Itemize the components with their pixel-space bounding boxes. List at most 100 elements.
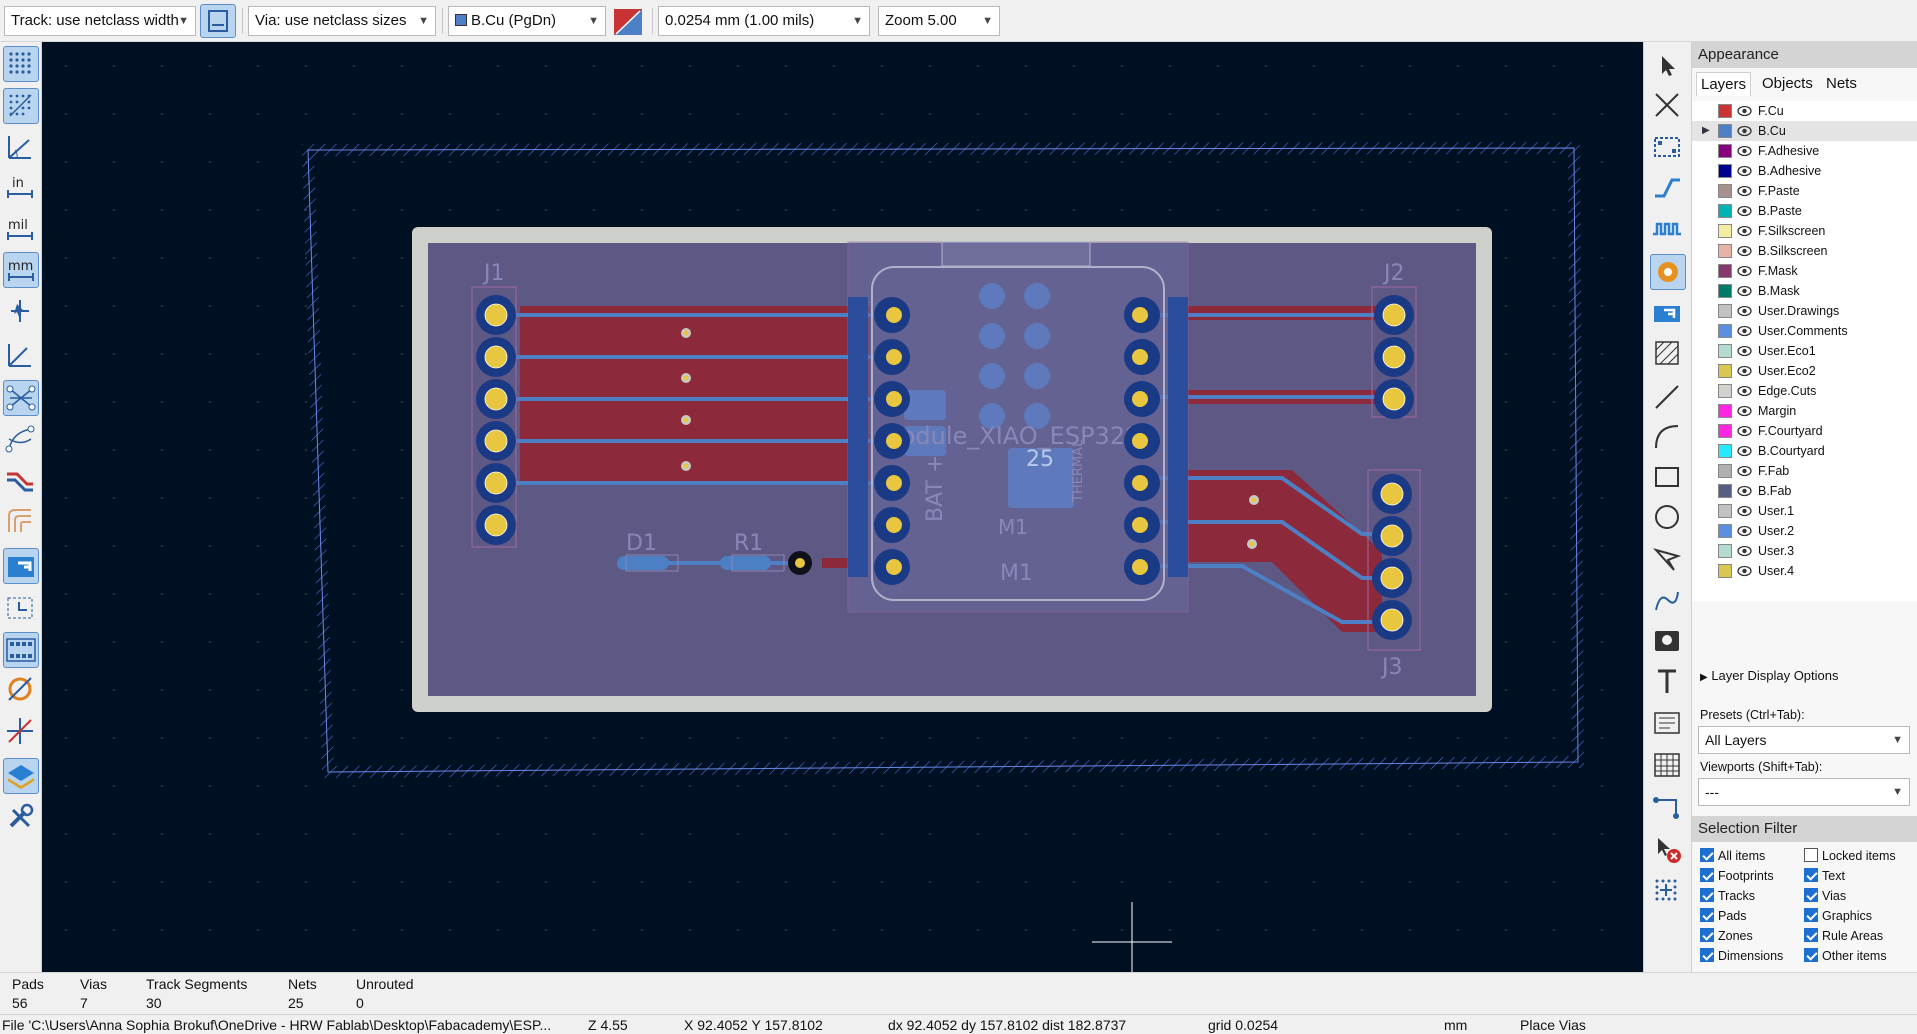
visibility-eye-icon[interactable] bbox=[1737, 544, 1752, 558]
tab-layers[interactable]: Layers bbox=[1696, 72, 1752, 96]
track-outline-button[interactable] bbox=[3, 464, 39, 500]
layer-row[interactable]: User.Eco2 bbox=[1692, 361, 1917, 381]
layer-color-swatch[interactable] bbox=[1718, 304, 1732, 318]
layer-color-swatch[interactable] bbox=[1718, 124, 1732, 138]
polar-coords-button[interactable] bbox=[3, 130, 39, 166]
delete-tool-button[interactable] bbox=[1650, 832, 1686, 868]
route-track-button[interactable] bbox=[1650, 170, 1686, 206]
textbox-tool-button[interactable] bbox=[1650, 706, 1686, 742]
polygon-tool-button[interactable] bbox=[1650, 542, 1686, 578]
overrides-grid-button[interactable] bbox=[3, 88, 39, 124]
layer-row[interactable]: B.Courtyard bbox=[1692, 441, 1917, 461]
layer-row[interactable]: Margin bbox=[1692, 401, 1917, 421]
text-tool-button[interactable] bbox=[1650, 664, 1686, 700]
visibility-eye-icon[interactable] bbox=[1737, 424, 1752, 438]
layer-row[interactable]: User.Drawings bbox=[1692, 301, 1917, 321]
layer-color-swatch[interactable] bbox=[1718, 524, 1732, 538]
local-ratsnest-button[interactable] bbox=[1650, 130, 1686, 166]
layer-row[interactable]: Edge.Cuts bbox=[1692, 381, 1917, 401]
layer-color-swatch[interactable] bbox=[1718, 564, 1732, 578]
presets-select[interactable]: All Layers ▼ bbox=[1698, 726, 1910, 754]
selection-filter-checkbox[interactable]: Zones bbox=[1700, 928, 1753, 944]
layer-row[interactable]: ▶ B.Cu bbox=[1692, 121, 1917, 141]
layer-row[interactable]: User.3 bbox=[1692, 541, 1917, 561]
layer-color-swatch[interactable] bbox=[1718, 104, 1732, 118]
inch-units-button[interactable]: in bbox=[3, 170, 39, 206]
layer-pair-button[interactable] bbox=[612, 4, 644, 38]
tab-nets[interactable]: Nets bbox=[1822, 72, 1861, 95]
ratsnest-button[interactable] bbox=[3, 380, 39, 416]
layer-row[interactable]: F.Paste bbox=[1692, 181, 1917, 201]
visibility-eye-icon[interactable] bbox=[1737, 504, 1752, 518]
footprint-pads-button[interactable] bbox=[3, 632, 39, 668]
mil-units-button[interactable]: mil bbox=[3, 212, 39, 248]
pcb-canvas[interactable]: Module_XIAO_ESP32S3 BAT + THERMAL 25 M1 … bbox=[42, 42, 1643, 972]
visibility-eye-icon[interactable] bbox=[1737, 384, 1752, 398]
layer-color-swatch[interactable] bbox=[1718, 364, 1732, 378]
cross-probe-button[interactable] bbox=[3, 714, 39, 750]
layer-row[interactable]: B.Mask bbox=[1692, 281, 1917, 301]
track-width-select[interactable]: Track: use netclass width ▼ bbox=[4, 6, 196, 36]
layer-color-swatch[interactable] bbox=[1718, 244, 1732, 258]
visibility-eye-icon[interactable] bbox=[1737, 344, 1752, 358]
selection-filter-checkbox[interactable]: Rule Areas bbox=[1804, 928, 1883, 944]
via-size-select[interactable]: Via: use netclass sizes ▼ bbox=[248, 6, 436, 36]
visibility-eye-icon[interactable] bbox=[1737, 524, 1752, 538]
layer-color-swatch[interactable] bbox=[1718, 224, 1732, 238]
visibility-eye-icon[interactable] bbox=[1737, 324, 1752, 338]
via-outline-button[interactable] bbox=[3, 504, 39, 540]
selection-filter-checkbox[interactable]: Pads bbox=[1700, 908, 1747, 924]
visibility-eye-icon[interactable] bbox=[1737, 484, 1752, 498]
layer-row[interactable]: B.Silkscreen bbox=[1692, 241, 1917, 261]
tune-length-button[interactable] bbox=[1650, 212, 1686, 248]
visibility-eye-icon[interactable] bbox=[1737, 444, 1752, 458]
selection-filter-checkbox[interactable]: Text bbox=[1804, 868, 1845, 884]
selection-filter-checkbox[interactable]: Dimensions bbox=[1700, 948, 1783, 964]
selection-filter-checkbox[interactable]: Locked items bbox=[1804, 848, 1896, 864]
rectangle-tool-button[interactable] bbox=[1650, 460, 1686, 496]
selection-filter-checkbox[interactable]: Other items bbox=[1804, 948, 1887, 964]
angle-snap-button[interactable] bbox=[3, 338, 39, 374]
visibility-eye-icon[interactable] bbox=[1737, 184, 1752, 198]
tab-objects[interactable]: Objects bbox=[1758, 72, 1817, 95]
viewports-select[interactable]: --- ▼ bbox=[1698, 778, 1910, 806]
layer-row[interactable]: F.Cu bbox=[1692, 101, 1917, 121]
selection-filter-checkbox[interactable]: All items bbox=[1700, 848, 1765, 864]
layer-color-swatch[interactable] bbox=[1718, 424, 1732, 438]
grid-origin-button[interactable] bbox=[1650, 874, 1686, 910]
layer-row[interactable]: F.Mask bbox=[1692, 261, 1917, 281]
layer-row[interactable]: F.Courtyard bbox=[1692, 421, 1917, 441]
dimension-tool-button[interactable] bbox=[1650, 790, 1686, 826]
visibility-eye-icon[interactable] bbox=[1737, 264, 1752, 278]
layer-color-swatch[interactable] bbox=[1718, 484, 1732, 498]
visibility-eye-icon[interactable] bbox=[1737, 464, 1752, 478]
layer-color-swatch[interactable] bbox=[1718, 404, 1732, 418]
selection-filter-checkbox[interactable]: Graphics bbox=[1804, 908, 1872, 924]
layer-row[interactable]: F.Adhesive bbox=[1692, 141, 1917, 161]
layer-color-swatch[interactable] bbox=[1718, 504, 1732, 518]
visibility-eye-icon[interactable] bbox=[1737, 284, 1752, 298]
layer-color-swatch[interactable] bbox=[1718, 204, 1732, 218]
layer-row[interactable]: F.Silkscreen bbox=[1692, 221, 1917, 241]
layer-row[interactable]: F.Fab bbox=[1692, 461, 1917, 481]
layer-row[interactable]: B.Fab bbox=[1692, 481, 1917, 501]
visibility-eye-icon[interactable] bbox=[1737, 144, 1752, 158]
visibility-eye-icon[interactable] bbox=[1737, 164, 1752, 178]
layer-color-swatch[interactable] bbox=[1718, 284, 1732, 298]
layer-row[interactable]: B.Paste bbox=[1692, 201, 1917, 221]
layer-row[interactable]: B.Adhesive bbox=[1692, 161, 1917, 181]
visibility-eye-icon[interactable] bbox=[1737, 564, 1752, 578]
selection-filter-checkbox[interactable]: Footprints bbox=[1700, 868, 1774, 884]
grid-toggle-button[interactable] bbox=[3, 46, 39, 82]
layer-row[interactable]: User.1 bbox=[1692, 501, 1917, 521]
layer-color-swatch[interactable] bbox=[1718, 164, 1732, 178]
net-highlight-button[interactable] bbox=[3, 672, 39, 708]
layer-color-swatch[interactable] bbox=[1718, 264, 1732, 278]
table-tool-button[interactable] bbox=[1650, 748, 1686, 784]
layer-color-swatch[interactable] bbox=[1718, 384, 1732, 398]
visibility-eye-icon[interactable] bbox=[1737, 244, 1752, 258]
layer-color-swatch[interactable] bbox=[1718, 184, 1732, 198]
zone-outline-button[interactable] bbox=[3, 590, 39, 626]
zone-fill-button[interactable] bbox=[3, 548, 39, 584]
via-tool-button[interactable] bbox=[1650, 254, 1686, 290]
